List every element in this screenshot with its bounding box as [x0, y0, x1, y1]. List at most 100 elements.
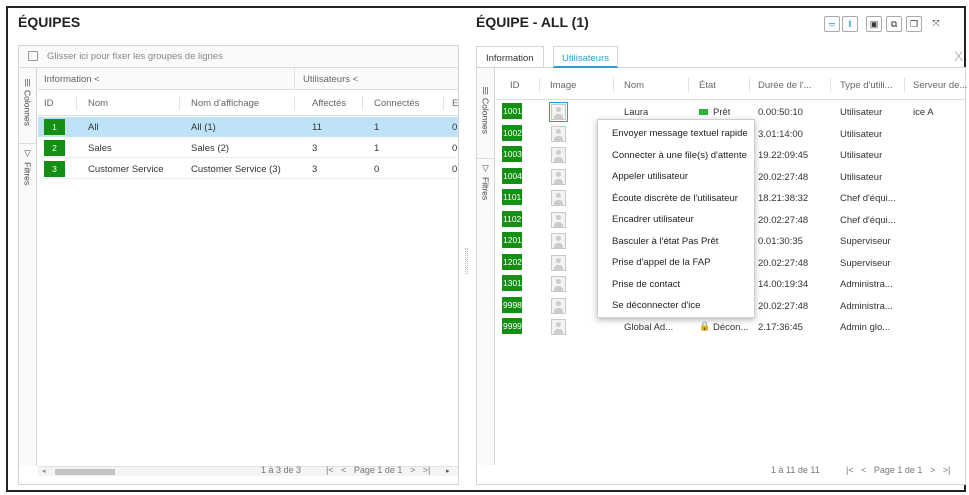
columns-side-tab[interactable]: ||| Colonnes	[19, 78, 36, 126]
user-type: Administra...	[840, 300, 893, 312]
save-icon[interactable]: ▣	[866, 16, 882, 32]
user-avatar-icon	[551, 190, 566, 206]
columns-icon: |||	[482, 86, 489, 95]
next-page-icon[interactable]: >	[930, 465, 935, 475]
user-id-badge: 9999	[502, 318, 522, 334]
user-id-badge: 1004	[502, 167, 522, 184]
user-avatar-icon	[551, 211, 566, 228]
state-duration: 3.01:14:00	[758, 128, 803, 140]
detail-toolbar: ═ ‖ ▣ ⧉ ❐ ⤧	[824, 16, 964, 32]
user-avatar-icon	[551, 168, 566, 185]
filter-icon: ▽	[482, 163, 489, 173]
pause-icon[interactable]: ‖	[842, 16, 858, 32]
state-duration: 19.22:09:45	[758, 150, 809, 161]
last-page-icon[interactable]: >|	[423, 465, 431, 475]
menu-connect-queues[interactable]: Connecter à une file(s) d'attente	[598, 145, 754, 167]
col-id[interactable]: ID	[44, 98, 54, 109]
menu-monitor-user[interactable]: Écoute discrète de l'utilisateur	[598, 188, 754, 210]
menu-set-not-ready[interactable]: Basculer à l'état Pas Prêt	[598, 231, 754, 253]
user-type: Superviseur	[840, 257, 891, 269]
group-header-users[interactable]: Utilisateurs <	[303, 74, 358, 85]
ready-status-icon	[699, 109, 708, 115]
user-id-badge: 1201	[502, 232, 522, 248]
table-row[interactable]: 2 Sales Sales (2) 3 1 0	[38, 138, 458, 158]
next-page-icon[interactable]: >	[410, 465, 415, 475]
user-type: Utilisateur	[840, 128, 883, 140]
menu-logout-ice[interactable]: Se déconnecter d'ice	[598, 295, 754, 317]
last-page-icon[interactable]: >|	[943, 465, 951, 475]
col-duration[interactable]: Durée de l'...	[758, 80, 822, 91]
expand-icon[interactable]: ⤧	[928, 16, 944, 32]
filter-icon: ▽	[24, 148, 31, 158]
columns-side-tab[interactable]: ||| Colonnes	[477, 86, 494, 134]
right-pager-count: 1 à 11 de 11	[771, 465, 820, 475]
filters-side-tab[interactable]: ▽ Filtres	[19, 143, 36, 185]
first-page-icon[interactable]: |<	[326, 465, 334, 475]
scroll-left-icon[interactable]: ◂	[42, 467, 46, 475]
col-display-name[interactable]: Nom d'affichage	[191, 98, 259, 109]
state-duration: 2.17:36:45	[758, 322, 803, 333]
col-name[interactable]: Nom	[88, 98, 108, 109]
menu-coach-user[interactable]: Encadrer utilisateur	[598, 209, 754, 231]
user-type: Utilisateur	[840, 150, 883, 161]
logged-off-lock-icon: 🔒	[699, 321, 711, 331]
user-id-badge: 1003	[502, 146, 522, 162]
copy-icon[interactable]: ⧉	[886, 16, 902, 32]
menu-take-contact[interactable]: Prise de contact	[598, 274, 754, 296]
scroll-thumb[interactable]	[55, 469, 115, 475]
equals-icon[interactable]: ═	[824, 16, 840, 32]
user-avatar-icon	[551, 319, 566, 335]
pane-splitter[interactable]	[465, 248, 468, 274]
state-duration: 20.02:27:48	[758, 214, 809, 226]
table-row[interactable]: 3 Customer Service Customer Service (3) …	[38, 159, 458, 179]
teams-title: ÉQUIPES	[18, 14, 81, 30]
left-side-panel: ||| Colonnes ▽ Filtres	[19, 68, 37, 466]
col-id[interactable]: ID	[510, 80, 520, 91]
col-image[interactable]: Image	[550, 80, 576, 91]
prev-page-icon[interactable]: <	[861, 465, 866, 475]
user-type: Chef d'équi...	[840, 214, 896, 226]
app-frame: ÉQUIPES Glisser ici pour fixer les group…	[6, 6, 967, 492]
table-row[interactable]: 9999 Global Ad... 🔒 Décon... 2.17:36:45 Admin…	[496, 316, 965, 338]
tab-users[interactable]: Utilisateurs	[553, 46, 618, 68]
prev-page-icon[interactable]: <	[341, 465, 346, 475]
user-id-badge: 1202	[502, 253, 522, 270]
close-tab-icon[interactable]: X	[954, 48, 963, 64]
team-detail-title: ÉQUIPE - ALL (1)	[476, 14, 589, 30]
user-state: Prêt	[713, 107, 731, 118]
scroll-right-icon[interactable]: ▸	[446, 467, 450, 475]
col-name[interactable]: Nom	[624, 80, 644, 91]
tab-information[interactable]: Information	[476, 46, 544, 68]
user-avatar-icon	[551, 297, 566, 314]
user-type: Chef d'équi...	[840, 193, 896, 204]
col-connected[interactable]: Connectés	[374, 98, 419, 109]
user-avatar-icon	[551, 233, 566, 249]
window-icon[interactable]: ❐	[906, 16, 922, 32]
col-user-type[interactable]: Type d'utili...	[840, 80, 902, 91]
right-side-panel: ||| Colonnes ▽ Filtres	[477, 68, 495, 465]
first-page-icon[interactable]: |<	[846, 465, 854, 475]
table-row[interactable]: 1 All All (1) 11 1 0	[38, 117, 458, 137]
menu-call-user[interactable]: Appeler utilisateur	[598, 166, 754, 188]
col-server[interactable]: Serveur de...	[913, 80, 967, 91]
state-duration: 0.00:50:10	[758, 107, 803, 118]
group-drop-zone[interactable]: Glisser ici pour fixer les groupes de li…	[19, 46, 458, 68]
group-header-info[interactable]: Information <	[44, 74, 100, 85]
user-name: Global Ad...	[624, 322, 674, 333]
user-context-menu: Envoyer message textuel rapide Connecter…	[597, 119, 755, 318]
col-state[interactable]: État	[699, 80, 716, 91]
col-assigned[interactable]: Affectés	[312, 98, 346, 109]
group-drop-text: Glisser ici pour fixer les groupes de li…	[47, 51, 223, 62]
left-group-header-row: Information < Utilisateurs <	[38, 68, 458, 90]
user-id-badge: 1101	[502, 189, 522, 205]
col-extra[interactable]: E	[452, 98, 458, 109]
menu-take-queue-call[interactable]: Prise d'appel de la FAP	[598, 252, 754, 274]
menu-send-quick-text[interactable]: Envoyer message textuel rapide	[598, 123, 754, 145]
left-column-header-row: ID Nom Nom d'affichage Affectés Connecté…	[38, 90, 458, 116]
user-avatar-icon	[549, 102, 568, 122]
user-id-badge: 1002	[502, 124, 522, 141]
right-pager-controls: |< < Page 1 de 1 > >|	[846, 465, 950, 475]
filters-side-tab[interactable]: ▽ Filtres	[477, 158, 494, 200]
user-avatar-icon	[551, 147, 566, 163]
left-pager-count: 1 à 3 de 3	[261, 465, 302, 475]
